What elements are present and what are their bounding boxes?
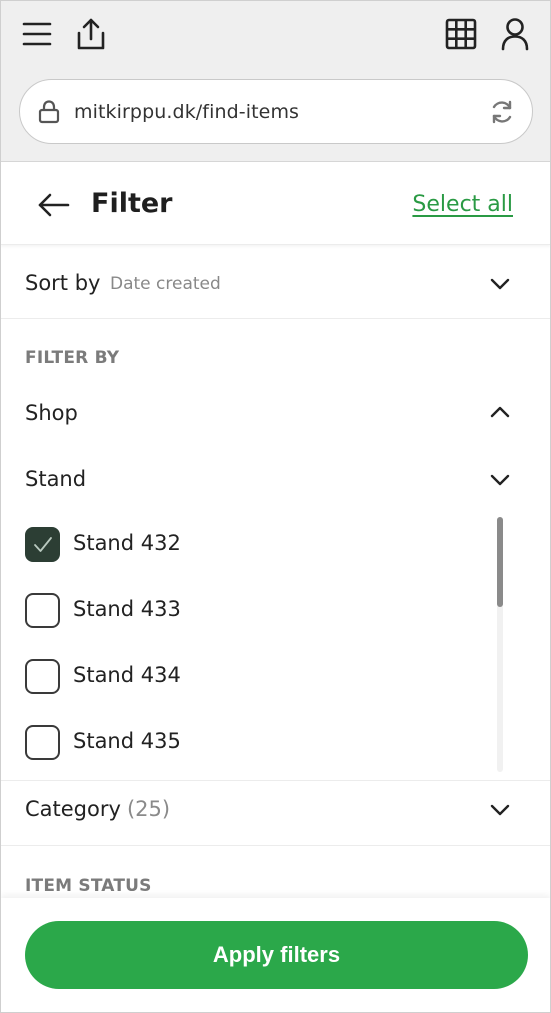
chevron-down-icon xyxy=(490,804,510,816)
stand-option[interactable]: Stand 433 xyxy=(25,593,485,629)
checkbox[interactable] xyxy=(25,725,60,760)
category-label: Category (25) xyxy=(25,797,171,821)
chevron-up-icon xyxy=(490,406,510,418)
item-status-heading: ITEM STATUS xyxy=(25,876,152,896)
checkbox[interactable] xyxy=(25,659,60,694)
address-bar[interactable]: mitkirppu.dk/find-items xyxy=(19,79,533,144)
apply-filters-button[interactable]: Apply filters xyxy=(25,921,528,989)
menu-icon[interactable] xyxy=(20,17,54,51)
sort-label: Sort by xyxy=(25,271,101,295)
shop-accordion[interactable]: Shop xyxy=(1,393,550,437)
category-count: (25) xyxy=(126,797,171,821)
stand-option-label: Stand 432 xyxy=(73,531,181,555)
shop-label: Shop xyxy=(25,401,78,425)
checkbox-checked[interactable] xyxy=(25,527,60,562)
stand-option[interactable]: Stand 434 xyxy=(25,659,485,695)
check-icon xyxy=(34,537,52,552)
stand-accordion[interactable]: Stand xyxy=(1,459,550,503)
sort-dropdown[interactable]: Sort by Date created xyxy=(1,249,550,319)
sort-value: Date created xyxy=(110,274,221,294)
reload-icon[interactable] xyxy=(489,99,515,125)
user-icon[interactable] xyxy=(498,17,532,51)
filter-by-heading: FILTER BY xyxy=(25,348,120,368)
scrollbar-thumb[interactable] xyxy=(497,517,503,607)
category-accordion[interactable]: Category (25) xyxy=(1,780,550,846)
url-text[interactable]: mitkirppu.dk/find-items xyxy=(74,101,299,123)
app-frame: mitkirppu.dk/find-items Filter Select al… xyxy=(0,0,551,1013)
stand-option-label: Stand 433 xyxy=(73,597,181,621)
chevron-down-icon xyxy=(490,474,510,486)
grid-icon[interactable] xyxy=(444,17,478,51)
browser-toolbar: mitkirppu.dk/find-items xyxy=(1,1,550,162)
lock-icon xyxy=(38,100,60,124)
back-arrow-icon[interactable] xyxy=(37,191,71,219)
filter-header: Filter Select all xyxy=(1,163,550,245)
stand-option[interactable]: Stand 432 xyxy=(25,527,485,563)
stand-option-label: Stand 435 xyxy=(73,729,181,753)
stand-label: Stand xyxy=(25,467,87,491)
footer-bar: Apply filters xyxy=(1,898,550,1012)
checkbox[interactable] xyxy=(25,593,60,628)
chevron-down-icon xyxy=(490,278,510,290)
share-icon[interactable] xyxy=(74,17,108,51)
stand-option-label: Stand 434 xyxy=(73,663,181,687)
select-all-link[interactable]: Select all xyxy=(412,192,513,217)
stand-option[interactable]: Stand 435 xyxy=(25,725,485,761)
page-title: Filter xyxy=(91,188,173,219)
